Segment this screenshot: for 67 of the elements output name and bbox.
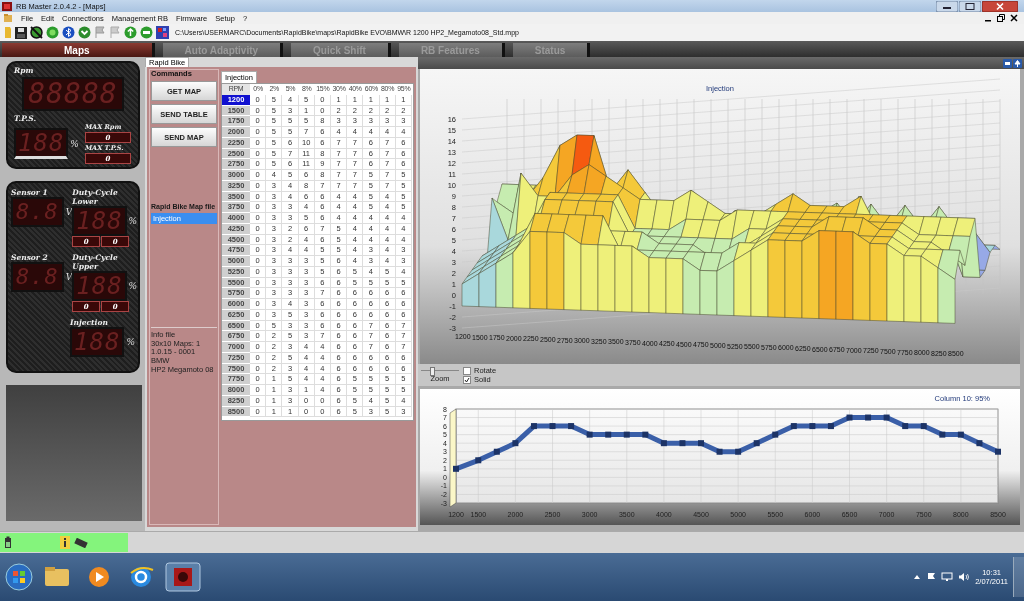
data-point xyxy=(623,431,630,438)
flag-icon[interactable] xyxy=(926,572,937,582)
unit-label: % xyxy=(128,281,138,291)
disconnect-icon[interactable] xyxy=(30,26,43,39)
minimize-icon[interactable] xyxy=(936,0,958,12)
data-point xyxy=(957,431,964,438)
zoom-slider[interactable] xyxy=(421,367,459,374)
data-point xyxy=(735,448,742,455)
data-point xyxy=(530,423,537,430)
volume-icon[interactable] xyxy=(958,572,971,582)
checkbox[interactable] xyxy=(463,366,471,375)
arrow-up-icon[interactable] xyxy=(124,26,137,39)
duty-cycle-display: 188 xyxy=(72,206,127,236)
data-point xyxy=(698,440,704,447)
maximize-icon[interactable] xyxy=(959,0,981,12)
duty-cycle-display: 188 xyxy=(72,271,127,301)
data-point xyxy=(976,440,983,447)
data-point xyxy=(586,431,593,438)
data-point xyxy=(939,431,946,438)
window-icon[interactable] xyxy=(1003,58,1012,68)
data-point xyxy=(995,448,1001,455)
data-point xyxy=(475,457,482,464)
data-point xyxy=(549,423,556,430)
unit-label: % xyxy=(126,337,135,347)
app-taskbar-button[interactable] xyxy=(165,562,201,592)
network-icon[interactable] xyxy=(941,572,954,582)
grid-icon[interactable] xyxy=(156,26,169,39)
data-point xyxy=(827,423,834,430)
data-point xyxy=(883,414,890,421)
data-point xyxy=(605,431,612,438)
info-icon xyxy=(60,536,70,549)
tps-display: 188 xyxy=(14,128,69,159)
data-point xyxy=(753,440,760,447)
data-point xyxy=(716,448,723,455)
injection-display: 188 xyxy=(70,327,125,357)
save-icon[interactable] xyxy=(15,26,27,39)
sensor-display: 8.8 xyxy=(11,197,64,227)
data-point xyxy=(902,423,909,430)
checkbox[interactable] xyxy=(463,375,471,384)
data-point xyxy=(512,440,519,447)
restore-icon[interactable] xyxy=(997,14,1005,22)
close-icon[interactable] xyxy=(982,0,1018,12)
close-icon[interactable] xyxy=(1010,14,1018,22)
app-icon xyxy=(2,1,12,11)
data-point xyxy=(846,414,853,421)
data-point xyxy=(493,448,500,455)
show-hidden-icons-icon[interactable] xyxy=(913,573,922,581)
bluetooth-icon[interactable] xyxy=(62,26,75,39)
start-button[interactable] xyxy=(5,563,33,591)
data-point xyxy=(679,440,686,447)
data-point xyxy=(660,440,667,447)
download-icon[interactable] xyxy=(78,26,91,39)
data-point xyxy=(642,431,649,438)
data-point xyxy=(772,431,779,438)
data-point xyxy=(865,414,872,421)
rpm-display: 88888 xyxy=(22,77,124,111)
data-point xyxy=(568,423,575,430)
battery-icon xyxy=(4,536,12,549)
data-point xyxy=(809,423,816,430)
main-tab[interactable]: Maps xyxy=(2,43,155,57)
data-point xyxy=(790,423,797,430)
slider-thumb[interactable] xyxy=(430,367,436,376)
unit-label: % xyxy=(70,138,79,149)
data-point xyxy=(920,423,927,430)
sensor-display: 8.8 xyxy=(11,262,64,292)
unit-label: % xyxy=(128,216,138,226)
data-point xyxy=(453,465,459,472)
